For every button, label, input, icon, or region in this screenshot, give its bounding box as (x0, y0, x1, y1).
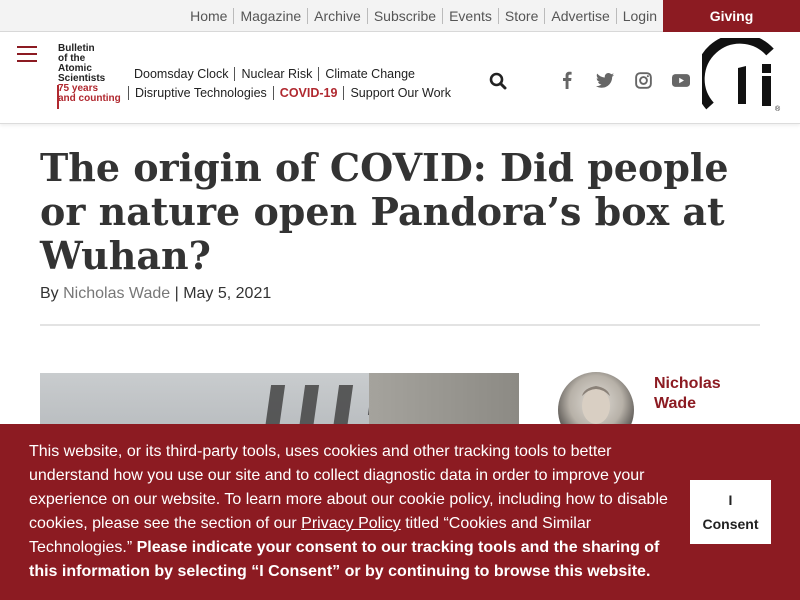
nav-doomsday-clock[interactable]: Doomsday Clock (128, 67, 234, 81)
author-card-name[interactable]: Nicholas Wade (654, 374, 754, 414)
util-link-subscribe[interactable]: Subscribe (366, 8, 442, 24)
giving-button[interactable]: Giving (663, 0, 800, 32)
twitter-icon[interactable] (586, 68, 624, 92)
site-header: Bulletin of the Atomic Scientists 75 yea… (0, 32, 800, 124)
logo-accent-rule (57, 85, 59, 109)
util-link-store[interactable]: Store (497, 8, 544, 24)
article-title: The origin of COVID: Did people or natur… (40, 145, 729, 278)
cookie-banner-text: This website, or its third-party tools, … (29, 440, 679, 584)
doomsday-clock-logo-icon[interactable]: ® (694, 33, 782, 113)
util-link-login[interactable]: Login (615, 8, 663, 24)
privacy-policy-link[interactable]: Privacy Policy (301, 515, 401, 532)
byline-separator: | (170, 285, 184, 302)
hamburger-menu-icon[interactable] (17, 46, 37, 62)
instagram-icon[interactable] (624, 68, 662, 92)
util-link-archive[interactable]: Archive (307, 8, 367, 24)
logo-tagline: and counting (58, 93, 121, 104)
nav-covid-19[interactable]: COVID-19 (272, 85, 344, 100)
main-nav-row: Doomsday Clock Nuclear Risk Climate Chan… (128, 64, 457, 83)
utility-bar: Home Magazine Archive Subscribe Events S… (0, 0, 800, 32)
nav-nuclear-risk[interactable]: Nuclear Risk (234, 66, 318, 81)
util-link-home[interactable]: Home (184, 8, 233, 24)
nav-disruptive-technologies[interactable]: Disruptive Technologies (128, 85, 273, 100)
util-link-magazine[interactable]: Magazine (233, 8, 307, 24)
byline-date: May 5, 2021 (183, 285, 272, 302)
utility-nav: Home Magazine Archive Subscribe Events S… (184, 0, 663, 32)
divider (40, 324, 760, 326)
util-link-advertise[interactable]: Advertise (544, 8, 615, 24)
facebook-icon[interactable] (548, 68, 586, 92)
byline-prefix: By (40, 285, 64, 302)
youtube-icon[interactable] (662, 68, 700, 92)
social-links (548, 68, 700, 92)
util-link-events[interactable]: Events (442, 8, 498, 24)
consent-label-line: Consent (702, 516, 759, 532)
main-nav-row: Disruptive Technologies COVID-19 Support… (128, 83, 457, 102)
nav-support-our-work[interactable]: Support Our Work (343, 85, 457, 100)
search-icon[interactable] (489, 72, 509, 92)
svg-text:®: ® (775, 105, 781, 112)
i-consent-button[interactable]: I Consent (690, 480, 771, 544)
article-byline: By Nicholas Wade | May 5, 2021 (40, 285, 271, 303)
site-logo[interactable]: Bulletin of the Atomic Scientists 75 yea… (58, 44, 130, 104)
consent-label-line: I (728, 492, 733, 508)
byline-author-link[interactable]: Nicholas Wade (63, 285, 170, 302)
main-nav: Doomsday Clock Nuclear Risk Climate Chan… (128, 64, 457, 102)
nav-climate-change[interactable]: Climate Change (318, 66, 421, 81)
